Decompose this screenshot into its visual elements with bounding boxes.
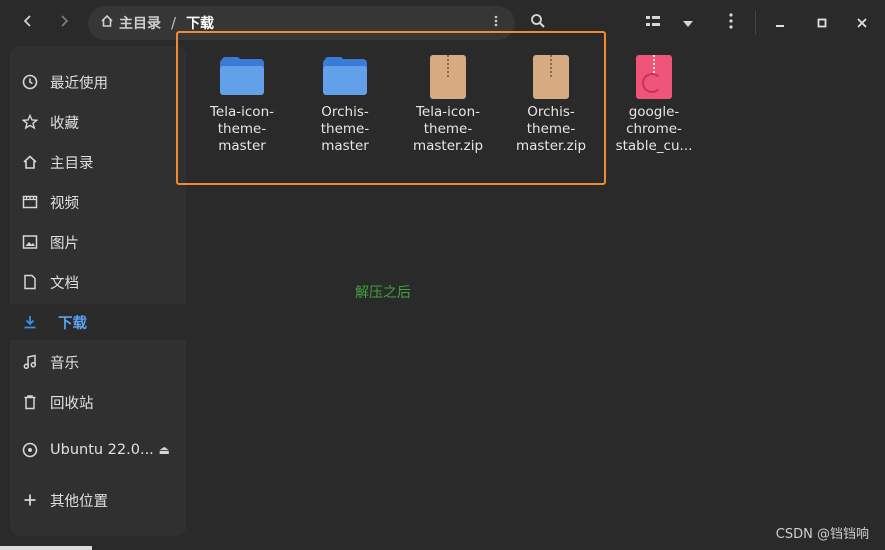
sidebar-item-home[interactable]: 主目录: [10, 144, 186, 180]
sidebar-item-label: 回收站: [50, 395, 94, 412]
sidebar-item-label: 收藏: [50, 115, 79, 132]
sidebar-item-recent[interactable]: 最近使用: [10, 64, 186, 100]
header-divider: [755, 11, 756, 35]
chevron-right-icon: [57, 14, 71, 32]
annotation-text: 解压之后: [355, 285, 411, 301]
download-icon: [21, 313, 39, 331]
video-icon: [21, 193, 39, 211]
star-icon: [21, 113, 39, 131]
sidebar-item-videos[interactable]: 视频: [10, 184, 186, 220]
home-icon: [100, 14, 114, 32]
view-options-button[interactable]: [672, 7, 704, 39]
file-item-deb[interactable]: google-chrome-stable_cu...: [607, 55, 701, 155]
sidebar-item-label: 其他位置: [50, 493, 108, 510]
sidebar-item-label: 图片: [50, 235, 79, 252]
search-icon: [530, 13, 546, 33]
minimize-icon: [775, 14, 785, 32]
sidebar-item-downloads[interactable]: 下载: [10, 304, 186, 340]
sidebar-item-label: 文档: [50, 275, 79, 292]
sidebar-item-music[interactable]: 音乐: [10, 344, 186, 380]
clock-icon: [21, 73, 39, 91]
back-button[interactable]: [12, 7, 44, 39]
plus-icon: [21, 491, 39, 509]
main-menu-button[interactable]: [715, 7, 747, 39]
music-icon: [21, 353, 39, 371]
view-mode-button[interactable]: [637, 7, 669, 39]
bottom-strip: [0, 546, 92, 550]
highlight-box: [176, 31, 606, 185]
sidebar-item-ubuntu-disc[interactable]: Ubuntu 22.0... ⏏: [10, 432, 186, 468]
close-button[interactable]: [846, 7, 878, 39]
eject-icon[interactable]: ⏏: [159, 443, 170, 457]
path-separator: /: [171, 14, 177, 32]
watermark: CSDN @铛铛响: [775, 527, 869, 542]
debian-package-icon: [636, 55, 672, 99]
sidebar-item-label: 音乐: [50, 355, 79, 372]
document-icon: [21, 273, 39, 291]
sidebar-item-label: 视频: [50, 195, 79, 212]
disc-icon: [21, 441, 39, 459]
sidebar-item-starred[interactable]: 收藏: [10, 104, 186, 140]
close-icon: [857, 14, 867, 32]
sidebar-item-label: Ubuntu 22.0...: [50, 442, 154, 458]
trash-icon: [21, 393, 39, 411]
sidebar-item-label: 主目录: [50, 155, 94, 172]
path-current[interactable]: 下载: [186, 13, 214, 33]
image-icon: [21, 233, 39, 251]
sidebar-item-label: 下载: [58, 315, 87, 332]
sidebar-item-trash[interactable]: 回收站: [10, 384, 186, 420]
forward-button[interactable]: [48, 7, 80, 39]
path-home-button[interactable]: 主目录: [100, 13, 161, 33]
file-name: google-chrome-stable_cu...: [615, 104, 693, 154]
path-menu-button[interactable]: [487, 14, 505, 32]
vertical-dots-icon: [729, 13, 733, 33]
path-home-label: 主目录: [119, 16, 161, 32]
home-icon: [21, 153, 39, 171]
chevron-left-icon: [21, 14, 35, 32]
maximize-button[interactable]: [806, 7, 838, 39]
sidebar: 最近使用 收藏 主目录 视频 图片 文档 下载 音乐 回收站 Ubuntu 22…: [10, 46, 186, 536]
sidebar-item-other-locations[interactable]: 其他位置: [10, 482, 186, 518]
sidebar-item-label: 最近使用: [50, 75, 108, 92]
maximize-icon: [817, 14, 827, 32]
list-view-icon: [646, 14, 660, 32]
sidebar-item-pictures[interactable]: 图片: [10, 224, 186, 260]
vertical-dots-icon: [494, 15, 498, 31]
chevron-down-icon: [682, 14, 694, 32]
minimize-button[interactable]: [764, 7, 796, 39]
sidebar-item-documents[interactable]: 文档: [10, 264, 186, 300]
